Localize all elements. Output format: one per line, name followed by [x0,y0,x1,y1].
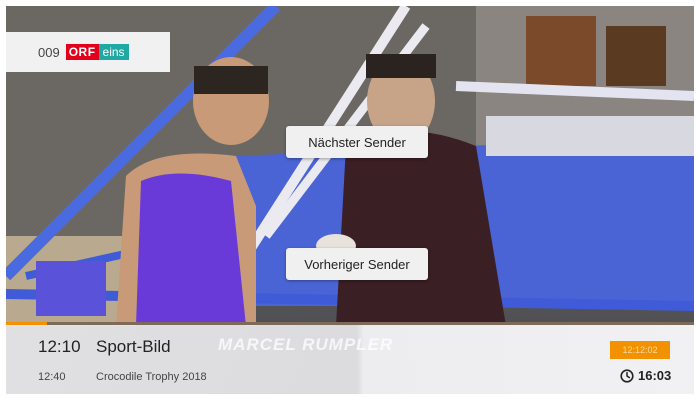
channel-logo: ORF eins [65,44,129,60]
logo-eins-text: eins [98,44,129,60]
tv-player[interactable]: 009 ORF eins Nächster Sender Vorheriger … [6,6,694,394]
next-program-title: Crocodile Trophy 2018 [96,371,207,383]
next-channel-button[interactable]: Nächster Sender [286,126,428,158]
playback-time-badge: 12:12:02 [610,341,670,359]
epg-info-bar: MARCEL RUMPLER 12:10 Sport-Bild 12:40 Cr… [6,325,694,394]
channel-indicator: 009 ORF eins [6,32,170,72]
logo-orf-text: ORF [65,44,99,60]
channel-number: 009 [38,44,60,60]
previous-channel-button[interactable]: Vorheriger Sender [286,248,428,280]
clock: 16:03 [620,368,671,383]
video-caption-watermark: MARCEL RUMPLER [218,335,394,354]
clock-icon [620,368,634,383]
current-program-time: 12:10 [38,337,81,356]
current-program-title: Sport-Bild [96,337,171,356]
next-program-time: 12:40 [38,371,66,383]
clock-time: 16:03 [638,368,672,383]
